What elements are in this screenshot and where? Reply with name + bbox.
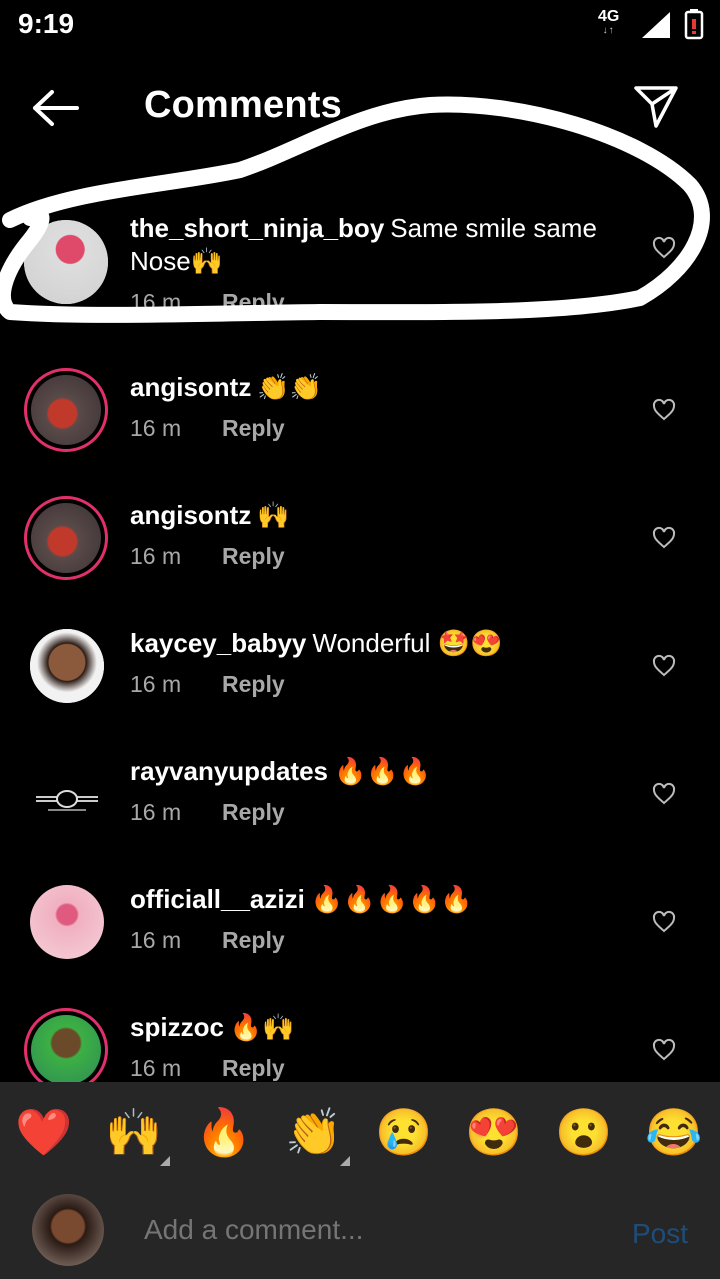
comment-meta: 16 m Reply [130,412,620,445]
more-options-indicator [160,1156,170,1166]
comment-meta: 16 m Reply [130,540,620,573]
reply-button[interactable]: Reply [222,543,285,569]
like-heart-icon[interactable] [652,398,676,422]
comment-meta: 16 m Reply [130,286,620,319]
comment-body: officiall__azizi 🔥🔥🔥🔥🔥 16 m Reply [130,883,620,957]
reaction-crying[interactable]: 😢 [374,1104,434,1160]
avatar[interactable] [30,629,104,703]
comment-username[interactable]: officiall__azizi [130,884,305,914]
comment-row: rayvanyupdates 🔥🔥🔥 16 m Reply [0,739,720,867]
reply-button[interactable]: Reply [222,927,285,953]
share-send-icon[interactable] [632,84,680,130]
avatar[interactable] [24,1008,108,1082]
comment-text: 🔥🙌 [229,1012,295,1042]
reaction-laughing[interactable]: 😂 [644,1104,704,1160]
status-time: 9:19 [18,8,75,39]
reply-button[interactable]: Reply [222,799,285,825]
reaction-surprised[interactable]: 😮 [554,1104,614,1160]
comment-username[interactable]: angisontz [130,372,251,402]
network-type: 4G [598,8,620,25]
post-button[interactable]: Post [632,1218,688,1250]
reaction-heart[interactable]: ❤️ [14,1104,74,1160]
reply-button[interactable]: Reply [222,671,285,697]
reaction-fire[interactable]: 🔥 [194,1104,254,1160]
comment-age: 16 m [130,289,182,315]
comment-age: 16 m [130,927,182,953]
avatar[interactable] [30,885,104,959]
comment-meta: 16 m Reply [130,924,620,957]
like-heart-icon[interactable] [652,654,676,678]
reply-button[interactable]: Reply [222,289,285,315]
comment-text: 🔥🔥🔥 [333,756,432,786]
comment-age: 16 m [130,1055,182,1081]
comment-row: the_short_ninja_boy Same smile same Nose🙌… [0,202,720,330]
battery-icon [684,9,704,40]
comment-body: angisontz 👏👏 16 m Reply [130,371,620,445]
comment-body: spizzoc 🔥🙌 16 m Reply [130,1011,620,1082]
comment-meta: 16 m Reply [130,668,620,701]
reaction-heart-eyes[interactable]: 😍 [464,1104,524,1160]
comment-row: angisontz 🙌 16 m Reply [0,483,720,611]
current-user-avatar [32,1194,104,1266]
comment-body: the_short_ninja_boy Same smile same Nose🙌… [130,212,620,319]
page-title: Comments [144,84,342,126]
comment-composer: Post [0,1182,720,1279]
comment-meta: 16 m Reply [130,1052,620,1082]
comment-body: angisontz 🙌 16 m Reply [130,499,620,573]
signal-icon [642,12,670,38]
status-bar: 9:19 4G ↓↑ [0,0,720,50]
comment-age: 16 m [130,415,182,441]
back-arrow-icon[interactable] [30,88,80,128]
comment-username[interactable]: the_short_ninja_boy [130,213,384,243]
like-heart-icon[interactable] [652,1038,676,1062]
comment-row: officiall__azizi 🔥🔥🔥🔥🔥 16 m Reply [0,867,720,995]
comment-text: Wonderful 🤩😍 [312,628,503,658]
like-heart-icon[interactable] [652,782,676,806]
reaction-clap[interactable]: 👏 [284,1104,344,1160]
comments-list[interactable]: the_short_ninja_boy Same smile same Nose🙌… [0,150,720,1082]
comment-age: 16 m [130,543,182,569]
comment-username[interactable]: rayvanyupdates [130,756,328,786]
comment-text: 🔥🔥🔥🔥🔥 [310,884,473,914]
comment-row: angisontz 👏👏 16 m Reply [0,355,720,483]
comment-body: kaycey_babyy Wonderful 🤩😍 16 m Reply [130,627,620,701]
like-heart-icon[interactable] [652,236,676,260]
comment-username[interactable]: angisontz [130,500,251,530]
comment-row: spizzoc 🔥🙌 16 m Reply [0,995,720,1082]
avatar[interactable] [24,496,108,580]
comment-age: 16 m [130,671,182,697]
avatar[interactable] [24,368,108,452]
reply-button[interactable]: Reply [222,1055,285,1081]
like-heart-icon[interactable] [652,910,676,934]
more-options-indicator [340,1156,350,1166]
nlm-logo-icon[interactable] [30,763,104,837]
comment-age: 16 m [130,799,182,825]
network-indicator: 4G ↓↑ [598,8,620,38]
comment-username[interactable]: kaycey_babyy [130,628,306,658]
data-arrows-icon: ↓↑ [602,25,615,36]
quick-reaction-bar: ❤️ 🙌 🔥 👏 😢 😍 😮 😂 [0,1082,720,1182]
comment-body: rayvanyupdates 🔥🔥🔥 16 m Reply [130,755,620,829]
like-heart-icon[interactable] [652,526,676,550]
comment-input[interactable] [144,1214,604,1246]
reply-button[interactable]: Reply [222,415,285,441]
comment-row: kaycey_babyy Wonderful 🤩😍 16 m Reply [0,611,720,739]
comment-text: 👏👏 [257,372,323,402]
comment-meta: 16 m Reply [130,796,620,829]
reaction-raising-hands[interactable]: 🙌 [104,1104,164,1160]
comment-username[interactable]: spizzoc [130,1012,224,1042]
comments-header: Comments [0,60,720,160]
comment-text: 🙌 [257,500,290,530]
avatar[interactable] [24,220,108,304]
